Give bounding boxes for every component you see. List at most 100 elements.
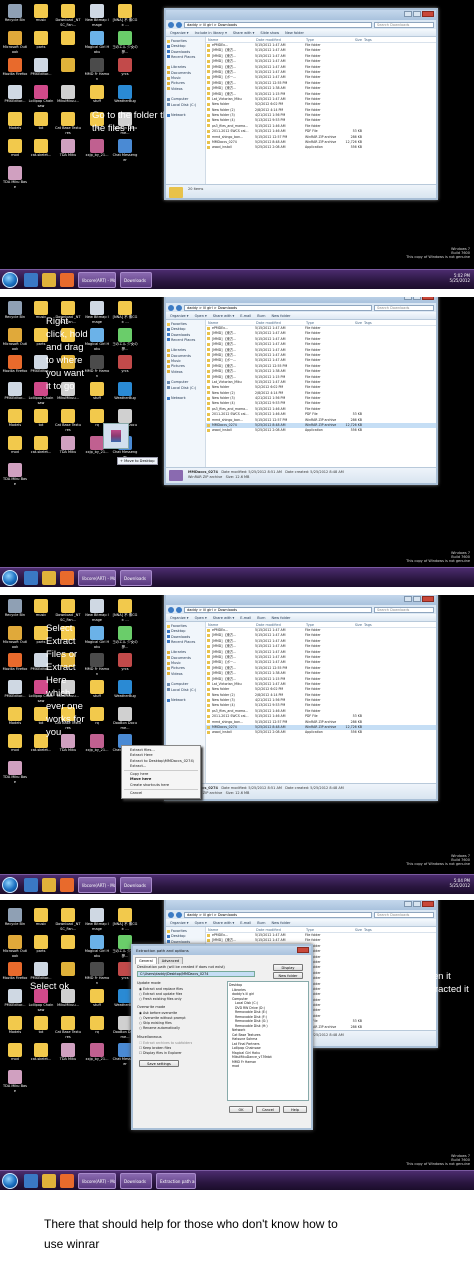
desktop-icon[interactable]: Lollipop Chainsaw <box>28 85 54 108</box>
command-button[interactable]: Slide show <box>260 29 279 36</box>
desktop-icon[interactable]: txt <box>28 1016 54 1039</box>
window-titlebar[interactable] <box>166 595 436 605</box>
taskbar-item-firefox[interactable]: libcore(ART) - Mozi... <box>78 1173 116 1189</box>
desktop-icon[interactable]: rq <box>84 1016 110 1039</box>
desktop-icon[interactable] <box>55 935 81 958</box>
start-button[interactable] <box>2 877 18 893</box>
desktop-icon[interactable]: cat-skelet... <box>28 1043 54 1066</box>
desktop-icon[interactable]: DooBon Docume... <box>112 707 138 730</box>
close-icon[interactable] <box>422 297 434 300</box>
ie-icon[interactable] <box>24 273 38 287</box>
desktop-icon[interactable]: Magical Girl Haku <box>84 935 110 958</box>
address-path[interactable]: daddy > lil girl > Downloads <box>184 911 372 918</box>
address-path[interactable]: daddy > lil girl > Downloads <box>184 304 372 311</box>
tree-item[interactable]: mod <box>229 1064 307 1069</box>
column-header[interactable]: Type <box>304 927 342 932</box>
desktop-icon[interactable]: music <box>28 599 54 622</box>
command-button[interactable]: E-mail <box>240 312 251 319</box>
column-header[interactable]: Type <box>304 37 342 42</box>
desktop-icon[interactable]: txt <box>28 112 54 135</box>
command-button[interactable]: Burn <box>257 614 265 621</box>
desktop-icon[interactable]: Microsoft Outlook <box>2 328 28 351</box>
desktop-icon[interactable]: yrcs <box>112 58 138 81</box>
taskbar-item-firefox[interactable]: libcore(ART) - Mozi... <box>78 877 116 893</box>
desktop-icon[interactable]: yrcs <box>112 653 138 676</box>
nav-item[interactable]: Network <box>167 396 204 401</box>
desktop-icon[interactable]: WeatherBug <box>112 85 138 108</box>
address-path[interactable]: daddy > lil girl > Downloads <box>184 606 372 613</box>
command-button[interactable]: New folder <box>272 312 291 319</box>
file-row[interactable]: wood_install 5/25/2012 2:08 AM Application… <box>206 428 436 433</box>
tab-general[interactable]: General <box>135 957 157 964</box>
desktop-icon[interactable]: TDA Miku Base <box>2 166 28 189</box>
desktop-icon[interactable]: New Bitmap Image <box>84 908 110 931</box>
new-folder-button[interactable]: New folder <box>273 972 303 979</box>
desktop-icon[interactable]: Download _NTSC_Fan... <box>55 599 81 622</box>
context-menu-item[interactable]: Create shortcuts here <box>122 783 200 788</box>
minimize-icon[interactable] <box>404 596 412 602</box>
desktop-icon[interactable]: New Bitmap Image <box>84 599 110 622</box>
taskbar-item-firefox[interactable]: libcore(ART) - Mozi... <box>78 570 116 586</box>
column-header[interactable]: Tags <box>362 320 372 325</box>
destination-path-input[interactable]: C:\Users\daddy\Desktop\MMDaccs_0274 <box>137 971 255 977</box>
explorer-window[interactable]: daddy > lil girl > Downloads Search Downl… <box>164 297 438 485</box>
desktop-icon[interactable]: cat-skelet... <box>28 436 54 459</box>
ie-icon[interactable] <box>24 878 38 892</box>
desktop-icon[interactable]: mod <box>2 436 28 459</box>
nav-item[interactable]: Network <box>167 698 204 703</box>
start-button[interactable] <box>2 272 18 288</box>
maximize-icon[interactable] <box>413 297 421 300</box>
desktop-icon[interactable]: [NNA] 不 像CG ± ... <box>112 4 138 27</box>
help-button[interactable]: Help <box>283 1106 307 1113</box>
desktop-icon[interactable]: Mozilla Firefox <box>2 653 28 676</box>
close-icon[interactable] <box>422 596 434 602</box>
folder-tree[interactable]: Desktop Libraries daddy's lil girl Computer… <box>227 981 309 1101</box>
close-icon[interactable] <box>422 11 434 17</box>
back-icon[interactable] <box>168 911 174 918</box>
desktop-icon[interactable]: Microsoft Outlook <box>2 935 28 958</box>
taskbar-item-downloads[interactable]: Downloads <box>120 570 152 586</box>
column-header[interactable]: Name <box>206 927 254 932</box>
desktop-icon[interactable]: Microsoft Outlook <box>2 31 28 54</box>
maximize-icon[interactable] <box>413 901 421 907</box>
address-path[interactable]: daddy > lil girl > Downloads <box>184 21 372 28</box>
explorer-icon[interactable] <box>42 878 56 892</box>
desktop-icon[interactable]: TDA Miku Base <box>2 761 28 784</box>
window-titlebar[interactable] <box>166 10 436 20</box>
explorer-window[interactable]: daddy > lil girl > Downloads Search Downl… <box>164 595 438 801</box>
desktop-icon[interactable]: PMXEditor... <box>2 382 28 405</box>
desktop-icon[interactable]: MMD Fr Hamon <box>84 58 110 81</box>
context-menu-item[interactable]: Extract... <box>122 764 200 769</box>
command-button[interactable]: Share with ▾ <box>213 919 235 926</box>
tab-advanced[interactable]: Advanced <box>157 957 184 964</box>
overwrite-option-ask[interactable]: ◉ Ask before overwrite <box>139 1011 177 1016</box>
search-input[interactable]: Search Downloads <box>374 606 434 613</box>
desktop-icon[interactable]: txt <box>28 409 54 432</box>
update-option-update[interactable]: ○ Extract and update files <box>139 992 182 997</box>
column-header[interactable]: Name <box>206 622 254 627</box>
command-button[interactable]: Burn <box>257 919 265 926</box>
desktop-icon[interactable]: TDA Miku <box>55 1043 81 1066</box>
desktop-icon[interactable]: mod <box>2 139 28 162</box>
column-header[interactable]: Size <box>342 37 362 42</box>
back-icon[interactable] <box>168 304 174 311</box>
column-header[interactable]: Tags <box>362 37 372 42</box>
desktop-icon[interactable]: Mozilla Firefox <box>2 962 28 985</box>
forward-icon[interactable] <box>176 606 182 613</box>
desktop-icon[interactable]: TDA Miku Base <box>2 1070 28 1093</box>
window-titlebar[interactable] <box>166 297 436 303</box>
explorer-icon[interactable] <box>42 1174 56 1188</box>
desktop-icon[interactable]: xxjp_by_21... <box>84 139 110 162</box>
forward-icon[interactable] <box>176 911 182 918</box>
desktop-icon[interactable]: PMXEditor... <box>28 58 54 81</box>
desktop-icon[interactable]: yrcs <box>112 355 138 378</box>
save-settings-button[interactable]: Save settings <box>139 1060 179 1067</box>
desktop-icon[interactable]: xxjp_by_21... <box>84 1043 110 1066</box>
ie-icon[interactable] <box>24 1174 38 1188</box>
desktop-icon[interactable]: Mozilla Firefox <box>2 355 28 378</box>
forward-icon[interactable] <box>176 304 182 311</box>
desktop-icon[interactable] <box>55 58 81 81</box>
firefox-icon[interactable] <box>60 571 74 585</box>
desktop-icon[interactable]: [NNA] 不 像CG ± ... <box>112 908 138 931</box>
desktop-icon[interactable]: Recycle Bin <box>2 599 28 622</box>
